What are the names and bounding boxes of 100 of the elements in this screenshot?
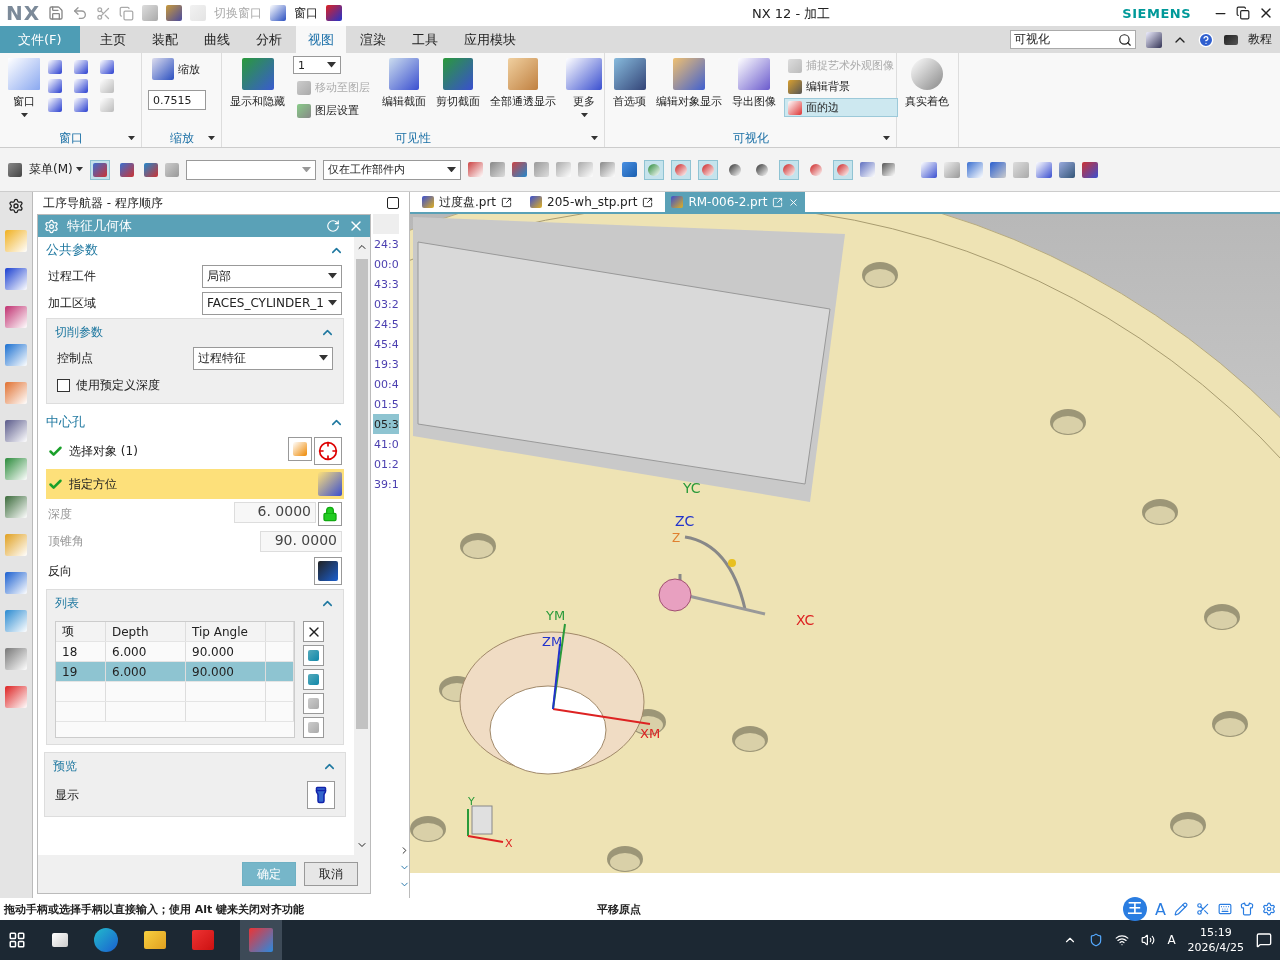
shirt-icon[interactable] [1240, 902, 1254, 916]
input-mode-indicator[interactable]: A [1167, 933, 1176, 947]
move-up-button[interactable] [303, 669, 324, 690]
orientation-row[interactable]: 指定方位 [46, 469, 344, 499]
layer-settings-button[interactable]: 图层设置 [293, 101, 374, 120]
caret-icon[interactable] [580, 113, 588, 118]
ribbon-tab[interactable]: 工具 [399, 26, 450, 53]
export-image-button[interactable]: 导出图像 [730, 56, 778, 111]
group-label: 窗口 [58, 130, 83, 147]
zoom-button[interactable]: 缩放 [148, 56, 206, 82]
reverse-direction-button[interactable] [314, 557, 342, 585]
caret-icon[interactable] [327, 62, 336, 68]
value-dropdown[interactable]: 过程特征 [193, 346, 333, 370]
snap-point-button[interactable] [670, 159, 691, 180]
value-dropdown[interactable]: FACES_CYLINDER_1 [202, 291, 342, 315]
ribbon-tab[interactable]: 渲染 [347, 26, 398, 53]
time-cell[interactable]: 05:3 [373, 414, 399, 434]
caret-icon[interactable] [208, 136, 215, 141]
lock-button[interactable] [318, 502, 342, 526]
help-icon[interactable] [1198, 31, 1214, 48]
column-header[interactable]: 项 [56, 622, 106, 641]
move-bottom-button[interactable] [303, 717, 324, 738]
ribbon-tab[interactable]: 主页 [87, 26, 138, 53]
column-header[interactable]: Tip Angle [186, 622, 266, 641]
layer-dropdown[interactable]: 1 [293, 56, 341, 74]
external-link-icon[interactable] [642, 196, 654, 208]
ribbon-tab[interactable]: 视图 [295, 26, 346, 53]
scope-dropdown[interactable]: 仅在工作部件内 [322, 159, 461, 180]
snap-point-button[interactable] [832, 159, 853, 180]
type-filter-dropdown[interactable] [185, 159, 316, 180]
external-link-icon[interactable] [501, 196, 513, 208]
field-label: 反向 [48, 562, 72, 580]
speaker-icon[interactable] [1141, 933, 1156, 947]
notification-icon[interactable] [1256, 932, 1272, 948]
main-menu-button[interactable]: 菜单(M) [29, 161, 83, 178]
window-button[interactable]: 窗口 [6, 56, 42, 120]
scale-field[interactable]: 0.7515 [148, 90, 206, 110]
dialog-title: 特征几何体 [67, 217, 132, 235]
caret-icon[interactable] [20, 113, 28, 118]
preferences-button[interactable]: 首选项 [611, 56, 648, 111]
cancel-button[interactable]: 取消 [304, 862, 358, 886]
maximize-icon[interactable] [387, 197, 399, 209]
tutorial-link[interactable]: 教程 [1248, 31, 1272, 48]
point-dialog-button[interactable] [288, 437, 312, 461]
snap-point-button[interactable] [778, 159, 799, 180]
edit-background-button[interactable]: 编辑背景 [784, 77, 898, 96]
caret-icon[interactable] [591, 136, 598, 141]
translucency-button[interactable]: 全部通透显示 [488, 56, 558, 111]
clip-section-button[interactable]: 剪切截面 [434, 56, 482, 111]
ime-logo[interactable]: 王 [1123, 897, 1148, 921]
file-tab[interactable]: 205-wh_stp.prt [524, 192, 660, 212]
wifi-icon[interactable] [1115, 933, 1130, 947]
taskbar-app-button[interactable] [240, 920, 282, 960]
caret-icon[interactable] [883, 136, 890, 141]
restore-button[interactable] [1236, 6, 1250, 20]
settings-icon[interactable] [8, 198, 24, 214]
window-menu-button[interactable]: 窗口 [294, 4, 319, 22]
axis-label: X [505, 837, 513, 850]
file-tab[interactable]: 过度盘.prt [416, 192, 519, 212]
value-dropdown[interactable]: 局部 [202, 264, 342, 288]
shield-icon[interactable] [1089, 933, 1104, 947]
snap-point-button[interactable] [643, 159, 664, 180]
copy-icon[interactable] [119, 5, 135, 21]
clock[interactable]: 15:19 2026/4/25 [1187, 925, 1244, 955]
delete-button[interactable] [303, 621, 324, 642]
scissors-icon[interactable] [96, 5, 112, 21]
undo-icon[interactable] [72, 5, 89, 21]
navigator-title: 工序导航器 - 程序顺序 [43, 194, 163, 212]
reset-icon[interactable] [326, 219, 340, 233]
edit-section-button[interactable]: 编辑截面 [380, 56, 428, 111]
ribbon-tab[interactable]: 曲线 [191, 26, 242, 53]
search-icon[interactable] [1118, 32, 1132, 47]
windows-start-icon[interactable] [8, 931, 26, 949]
caret-icon[interactable] [128, 136, 135, 141]
true-shading-button[interactable]: 真实着色 [903, 56, 951, 111]
ime-mode[interactable]: A [1155, 899, 1166, 919]
table-row[interactable]: 19 6.000 90.000 [56, 662, 294, 682]
face-edges-button[interactable]: 面的边 [784, 98, 898, 117]
close-icon[interactable] [788, 196, 800, 208]
crosshair-button[interactable] [314, 437, 342, 465]
save-icon[interactable] [48, 5, 65, 21]
field-label: 加工区域 [48, 294, 96, 312]
edit-object-display-button[interactable]: 编辑对象显示 [654, 56, 724, 111]
checkbox[interactable] [57, 378, 70, 392]
more-button[interactable]: 更多 [564, 56, 604, 120]
ribbon-tab[interactable]: 分析 [243, 26, 294, 53]
snap-point-button[interactable] [697, 159, 718, 180]
scissors-icon[interactable] [1196, 902, 1210, 916]
preview-button[interactable] [307, 781, 335, 809]
field-label: 顶锥角 [48, 532, 84, 550]
keyboard-icon[interactable] [1218, 902, 1232, 916]
ribbon-tab[interactable]: 装配 [139, 26, 190, 53]
show-hide-button[interactable]: 显示和隐藏 [228, 56, 287, 111]
column-header[interactable]: Depth [106, 622, 186, 641]
section-heading: 切削参数 [55, 323, 103, 341]
move-down-button[interactable] [303, 693, 324, 714]
selection-filter-button[interactable] [89, 159, 110, 180]
move-top-button[interactable] [303, 645, 324, 666]
command-search-field[interactable]: 可视化 [1010, 30, 1136, 49]
ribbon-tab[interactable]: 应用模块 [451, 26, 528, 53]
